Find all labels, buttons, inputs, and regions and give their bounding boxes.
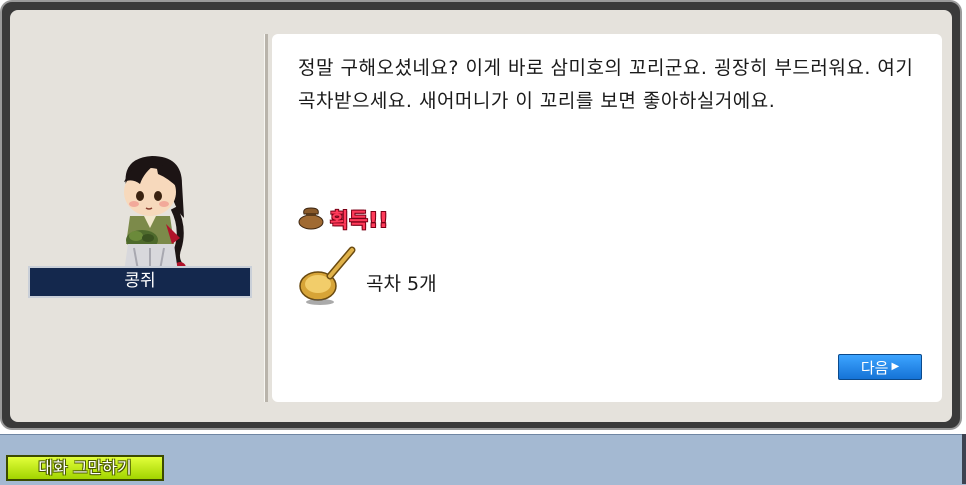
acquire-label: 획득!! [330,207,390,232]
next-button[interactable]: 다음 ▶ [838,354,922,380]
npc-message: 정말 구해오셨네요? 이게 바로 삼미호의 꼬리군요. 굉장히 부드러워요. 여… [298,57,914,112]
dialog-text-panel: 정말 구해오셨네요? 이게 바로 삼미호의 꼬리군요. 굉장히 부드러워요. 여… [272,34,942,402]
next-arrow-icon: ▶ [891,361,900,372]
item-bag-icon [298,207,324,230]
footer-bar: 대화 그만하기 [0,434,966,485]
footer-edge [962,434,966,484]
kongjwi-npc-portrait [124,156,186,277]
next-button-label: 다음 [860,358,889,377]
acquire-header: 획득!! [298,204,389,232]
dialog-body: 콩쥐 정말 구해오셨네요? 이게 바로 삼미호의 꼬리군요. 굉장히 부드러워요… [10,10,952,422]
npc-name-plate: 콩쥐 [28,266,252,298]
npc-dialog-window: 콩쥐 정말 구해오셨네요? 이게 바로 삼미호의 꼬리군요. 굉장히 부드러워요… [0,0,962,430]
reward-item: 곡차 5개 [298,242,437,306]
quit-conversation-button[interactable]: 대화 그만하기 [6,455,164,481]
gold-ladle-icon [299,246,356,305]
npc-portrait-area: 콩쥐 [10,10,264,422]
panel-divider [264,34,268,402]
reward-label: 곡차 5개 [366,273,437,295]
